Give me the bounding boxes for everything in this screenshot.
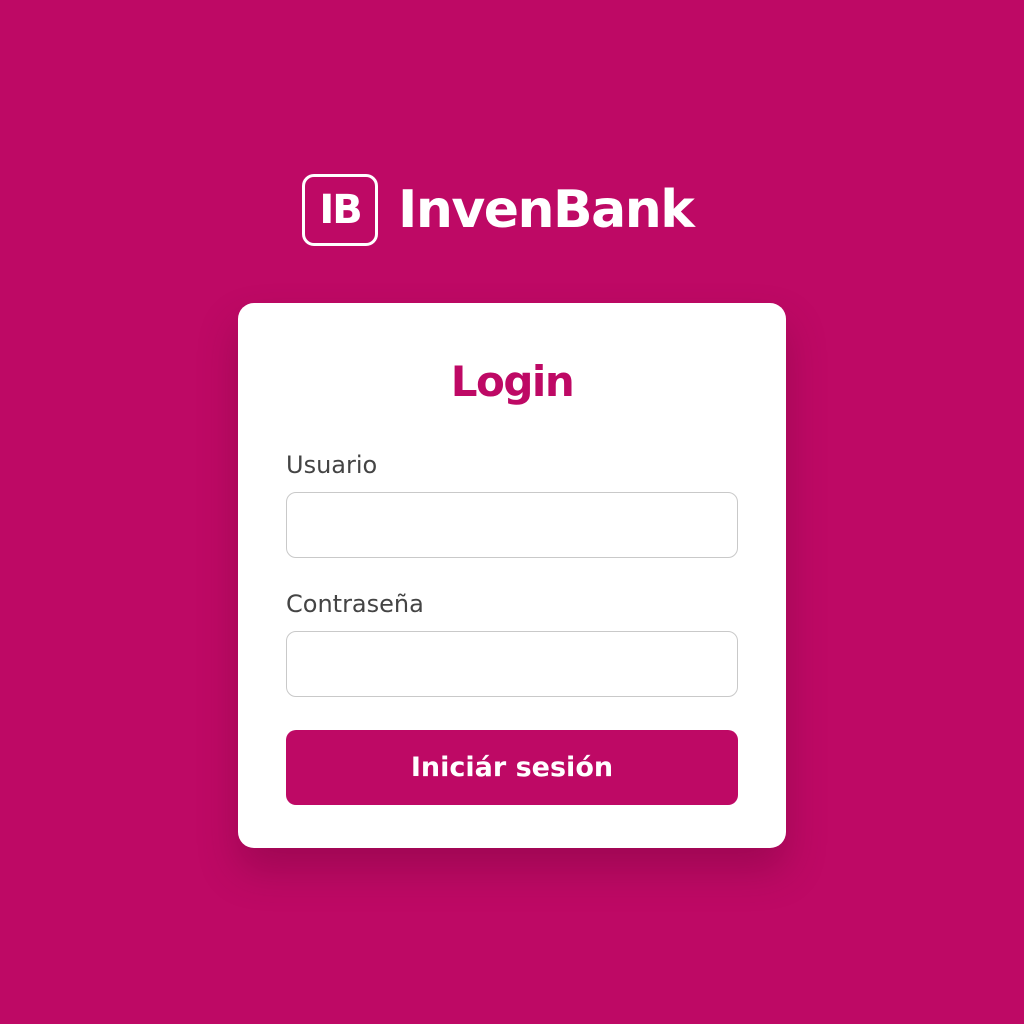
password-input[interactable] (286, 631, 738, 697)
password-label: Contraseña (286, 590, 424, 618)
brand-name: InvenBank (398, 180, 695, 240)
login-title: Login (450, 357, 575, 406)
username-input[interactable] (286, 492, 738, 558)
username-label: Usuario (286, 451, 378, 479)
login-button[interactable]: Iniciár sesión (286, 730, 738, 805)
brand-logo-icon: IB (302, 174, 378, 246)
brand-header: IB InvenBank (302, 172, 695, 248)
login-card: Login Usuario Contraseña Iniciár sesión (238, 303, 786, 848)
